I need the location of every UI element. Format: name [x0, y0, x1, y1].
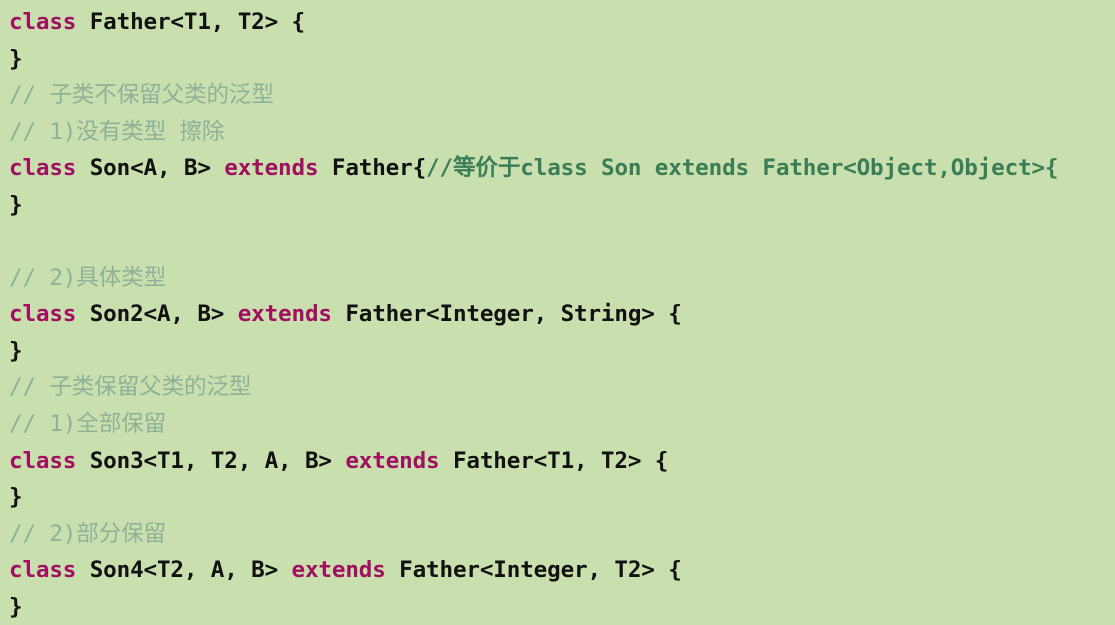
- code-line: // 2)部分保留: [9, 516, 1115, 553]
- code-token-pln: }: [9, 191, 23, 218]
- code-line: class Son3<T1, T2, A, B> extends Father<…: [9, 443, 1115, 480]
- code-token-pln: Father{: [318, 155, 427, 182]
- code-line: // 子类保留父类的泛型: [9, 369, 1115, 406]
- code-token-pln: }: [9, 593, 23, 620]
- code-line: class Father<T1, T2> {: [9, 4, 1115, 41]
- code-token-kw: extends: [291, 557, 386, 584]
- code-line: }: [9, 187, 1115, 224]
- code-token-kw: class: [9, 9, 77, 35]
- code-token-pln: Son3<T1, T2, A, B>: [76, 447, 346, 474]
- code-token-pln: }: [9, 45, 23, 72]
- code-line: // 1)全部保留: [9, 406, 1115, 443]
- code-token-pln: Father<Integer, String> {: [331, 301, 682, 328]
- code-token-pln: Son<A, B>: [76, 155, 225, 182]
- code-token-cmt: // 2)具体类型: [9, 264, 167, 291]
- code-line: }: [9, 589, 1115, 625]
- code-line: class Son4<T2, A, B> extends Father<Inte…: [9, 552, 1115, 589]
- code-token-kw: class: [9, 447, 77, 474]
- code-token-pln: }: [9, 337, 23, 364]
- code-token-pln: Father<T1, T2> {: [76, 9, 305, 35]
- code-token-pln: Father<Integer, T2> {: [385, 557, 682, 584]
- code-block[interactable]: class Father<T1, T2> {} // 子类不保留父类的泛型 // 1…: [0, 0, 1115, 620]
- code-line: class Son2<A, B> extends Father<Integer,…: [9, 296, 1115, 333]
- code-line: // 2)具体类型: [9, 260, 1115, 297]
- code-token-pln: Son4<T2, A, B>: [76, 557, 292, 584]
- code-line: }: [9, 479, 1115, 516]
- code-token-kw: class: [9, 557, 77, 584]
- code-token-kw: extends: [224, 155, 319, 182]
- code-token-kw: class: [9, 301, 77, 328]
- code-line: }: [9, 333, 1115, 370]
- code-token-cmt: // 1)没有类型 擦除: [9, 118, 225, 145]
- code-token-cmt: // 1)全部保留: [9, 411, 167, 438]
- code-line: }: [9, 41, 1115, 78]
- code-line: class Son<A, B> extends Father{//等价于clas…: [9, 150, 1115, 187]
- code-line: // 子类不保留父类的泛型: [9, 77, 1115, 114]
- code-token-cmt: // 子类保留父类的泛型: [9, 374, 252, 401]
- code-token-pln: }: [9, 484, 23, 511]
- code-token-kw: extends: [237, 301, 332, 328]
- code-line: // 1)没有类型 擦除: [9, 114, 1115, 151]
- code-line: ​: [9, 223, 1115, 260]
- code-token-pln: Son2<A, B>: [76, 301, 238, 328]
- code-token-pln: Father<T1, T2> {: [439, 447, 669, 474]
- code-token-cmt: // 2)部分保留: [9, 520, 167, 547]
- code-token-cmt: // 子类不保留父类的泛型: [9, 82, 274, 109]
- code-token-kw: extends: [345, 447, 440, 474]
- code-token-cmt-inline: //等价于class Son extends Father<Object,Obj…: [426, 155, 1059, 182]
- code-token-kw: class: [9, 155, 77, 182]
